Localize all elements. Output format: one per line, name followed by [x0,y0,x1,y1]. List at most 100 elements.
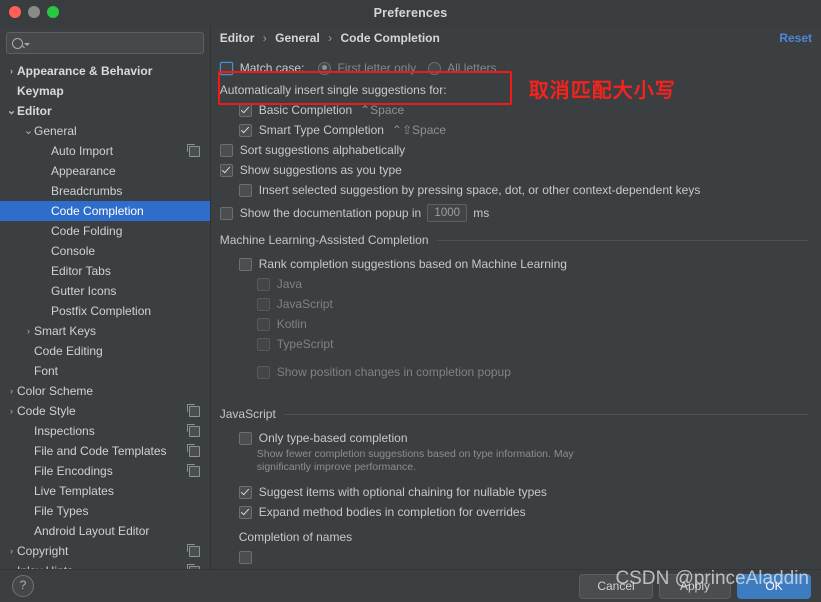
ml-section-title: Machine Learning-Assisted Completion [219,233,429,247]
sidebar-item-label: Code Style [17,404,76,418]
doc-popup-unit: ms [473,206,490,220]
copy-settings-icon[interactable] [187,424,200,437]
sidebar-item-label: Code Folding [51,224,123,238]
sidebar-item-label: Editor [17,104,52,118]
ml-language-label: Java [276,277,303,291]
completion-of-names-checkbox[interactable] [238,550,252,564]
sidebar-item-label: Inspections [34,424,95,438]
copy-settings-icon[interactable] [187,464,200,477]
sidebar-item-file-types[interactable]: File Types [0,501,210,521]
basic-completion-row: Basic Completion ⌃Space [211,100,821,120]
sidebar-item-file-encodings[interactable]: File Encodings [0,461,210,481]
sidebar-item-font[interactable]: Font [0,361,210,381]
show-suggestions-checkbox[interactable] [219,163,233,177]
sidebar-item-auto-import[interactable]: Auto Import [0,141,210,161]
search-box[interactable] [6,32,204,54]
sidebar-item-postfix-completion[interactable]: Postfix Completion [0,301,210,321]
ml-language-checkbox-kotlin[interactable] [256,317,270,331]
apply-button[interactable]: Apply [659,574,731,599]
copy-settings-icon[interactable] [187,144,200,157]
search-input[interactable] [30,37,198,49]
ml-position-changes-checkbox[interactable] [256,365,270,379]
insert-selected-row: Insert selected suggestion by pressing s… [211,180,821,200]
ml-language-label: JavaScript [276,297,333,311]
sidebar-item-live-templates[interactable]: Live Templates [0,481,210,501]
sidebar-item-code-editing[interactable]: Code Editing [0,341,210,361]
sidebar-item-code-style[interactable]: › Code Style [0,401,210,421]
chevron-right-icon[interactable]: › [6,386,17,396]
sidebar-item-smart-keys[interactable]: › Smart Keys [0,321,210,341]
help-button[interactable]: ? [12,575,34,597]
sort-alphabetically-checkbox[interactable] [219,143,233,157]
breadcrumb-editor[interactable]: Editor [220,31,255,45]
ok-button[interactable]: OK [737,574,811,599]
minimize-window-button[interactable] [28,6,40,18]
sidebar-item-label: Auto Import [51,144,114,158]
copy-settings-icon[interactable] [187,444,200,457]
zoom-window-button[interactable] [47,6,59,18]
ml-language-checkbox-typescript[interactable] [256,337,270,351]
ml-language-row: JavaScript [211,294,821,314]
sidebar-item-label: Copyright [17,544,69,558]
first-letter-only-radio[interactable] [318,61,332,75]
ml-language-checkbox-java[interactable] [256,277,270,291]
sidebar-item-label: Console [51,244,96,258]
expand-method-bodies-checkbox[interactable] [238,505,252,519]
match-case-checkbox[interactable] [219,61,233,75]
sidebar-item-editor[interactable]: ⌄ Editor [0,101,210,121]
auto-insert-header: Automatically insert single suggestions … [211,80,821,100]
sidebar-item-color-scheme[interactable]: › Color Scheme [0,381,210,401]
sidebar-item-inspections[interactable]: Inspections [0,421,210,441]
sidebar-item-label: Font [34,364,59,378]
optional-chaining-checkbox[interactable] [238,485,252,499]
ml-rank-checkbox[interactable] [238,257,252,271]
sidebar-item-gutter-icons[interactable]: Gutter Icons [0,281,210,301]
sidebar-item-label: Code Editing [34,344,103,358]
copy-settings-icon[interactable] [187,544,200,557]
settings-tree[interactable]: › Appearance & Behavior Keymap ⌄ Editor ⌄ Gene… [0,61,210,570]
breadcrumb-general[interactable]: General [275,31,320,45]
close-window-button[interactable] [9,6,21,18]
copy-settings-icon[interactable] [187,404,200,417]
sidebar-item-keymap[interactable]: Keymap [0,81,210,101]
sidebar-item-label: Appearance [51,164,116,178]
sidebar-item-editor-tabs[interactable]: Editor Tabs [0,261,210,281]
chevron-right-icon[interactable]: › [6,66,17,76]
all-letters-radio[interactable] [428,61,442,75]
breadcrumb-code-completion[interactable]: Code Completion [341,31,440,45]
sidebar-item-file-and-code-templates[interactable]: File and Code Templates [0,441,210,461]
doc-popup-row: Show the documentation popup in 1000 ms [211,200,821,226]
chevron-right-icon[interactable]: › [23,326,34,336]
doc-popup-checkbox[interactable] [219,206,233,220]
basic-completion-checkbox[interactable] [238,103,252,117]
sidebar-item-breadcrumbs[interactable]: Breadcrumbs [0,181,210,201]
sidebar-item-code-completion[interactable]: Code Completion [0,201,210,221]
smart-type-completion-checkbox[interactable] [238,123,252,137]
sidebar-item-label: Code Completion [51,204,144,218]
sidebar-item-code-folding[interactable]: Code Folding [0,221,210,241]
chevron-right-icon[interactable]: › [6,546,17,556]
ml-language-row: Kotlin [211,314,821,334]
window-body: › Appearance & Behavior Keymap ⌄ Editor ⌄ Gene… [0,26,821,570]
sidebar-item-android-layout-editor[interactable]: Android Layout Editor [0,521,210,541]
insert-selected-label: Insert selected suggestion by pressing s… [258,183,701,197]
only-type-based-checkbox[interactable] [238,431,252,445]
ml-language-checkbox-javascript[interactable] [256,297,270,311]
chevron-down-icon[interactable]: ⌄ [23,126,34,137]
doc-popup-delay-input[interactable]: 1000 [427,204,468,222]
chevron-right-icon[interactable]: › [6,406,17,416]
sidebar-item-general[interactable]: ⌄ General [0,121,210,141]
sidebar-item-copyright[interactable]: › Copyright [0,541,210,561]
sidebar-item-appearance[interactable]: Appearance [0,161,210,181]
insert-selected-checkbox[interactable] [238,183,252,197]
expand-method-bodies-label: Expand method bodies in completion for o… [258,505,526,519]
completion-of-names-row: Completion of names [211,527,821,547]
cancel-button[interactable]: Cancel [579,574,653,599]
reset-link[interactable]: Reset [779,31,812,45]
sidebar-item-console[interactable]: Console [0,241,210,261]
sidebar-item-appearance-behavior[interactable]: › Appearance & Behavior [0,61,210,81]
chevron-down-icon[interactable]: ⌄ [6,106,17,117]
window-controls[interactable] [9,6,59,18]
sidebar-item-label: File Encodings [34,464,113,478]
ml-language-row: Java [211,274,821,294]
